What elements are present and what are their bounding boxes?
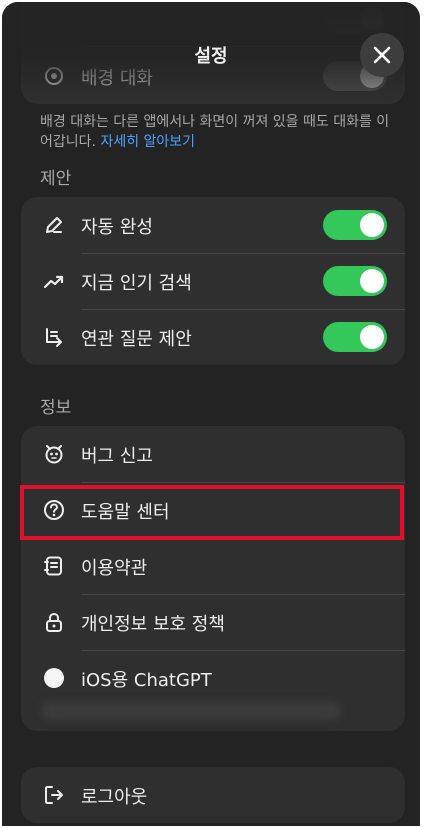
privacy-policy-label: 개인정보 보호 정책 [81, 614, 225, 635]
hidden-setting-toggle[interactable] [323, 3, 387, 33]
ios-app-row: iOS용 ChatGPT [21, 650, 405, 706]
help-center-highlight [20, 485, 404, 540]
info-group: 버그 신고 도움말 센터 이용약관 개인정보 보호 정책 iOS용 ChatGP… [21, 426, 405, 731]
terms-label: 이용약관 [81, 558, 148, 579]
privacy-policy-row[interactable]: 개인정보 보호 정책 [21, 594, 405, 650]
suggestions-group: 자동 완성 지금 인기 검색 연관 질문 제안 [21, 197, 405, 365]
trending-search-row[interactable]: 지금 인기 검색 [21, 253, 405, 309]
lock-icon [43, 611, 65, 633]
info-section-header: 정보 [40, 398, 72, 418]
hidden-setting-row[interactable] [21, 2, 405, 46]
logout-icon [43, 784, 65, 806]
trending-search-label: 지금 인기 검색 [81, 273, 192, 294]
terms-row[interactable]: 이용약관 [21, 538, 405, 594]
related-questions-toggle[interactable] [323, 322, 387, 352]
autocomplete-label: 자동 완성 [81, 217, 153, 238]
bug-report-row[interactable]: 버그 신고 [21, 426, 405, 482]
pencil-icon [43, 214, 65, 236]
trending-icon [43, 270, 65, 292]
bug-icon [43, 443, 65, 465]
trending-search-toggle[interactable] [323, 266, 387, 296]
background-chat-icon [43, 65, 65, 87]
suggestions-section-header: 제안 [40, 169, 72, 189]
learn-more-link[interactable]: 자세히 알아보기 [100, 134, 195, 150]
page-title: 설정 [194, 46, 228, 67]
subdirectory-icon [43, 326, 65, 348]
settings-sheet: 배경 대화 설정 배경 대화는 다른 앱에서나 화면이 꺼져 있을 때도 대화를… [2, 2, 420, 826]
logout-row[interactable]: 로그아웃 [21, 767, 405, 823]
related-questions-label: 연관 질문 제안 [81, 329, 192, 350]
background-chat-caption: 배경 대화는 다른 앱에서나 화면이 꺼져 있을 때도 대화를 이어갑니다. 자… [40, 112, 392, 152]
autocomplete-row[interactable]: 자동 완성 [21, 197, 405, 253]
ios-app-label: iOS용 ChatGPT [81, 670, 212, 691]
close-icon [372, 45, 392, 65]
related-questions-row[interactable]: 연관 질문 제안 [21, 309, 405, 365]
bug-report-label: 버그 신고 [81, 446, 153, 467]
background-chat-description: 배경 대화는 다른 앱에서나 화면이 꺼져 있을 때도 대화를 이어갑니다. [40, 114, 390, 150]
logout-label: 로그아웃 [81, 787, 148, 808]
chatgpt-logo-icon [43, 667, 65, 689]
hidden-setting-label [81, 10, 191, 24]
autocomplete-toggle[interactable] [323, 210, 387, 240]
document-icon [43, 555, 65, 577]
close-button[interactable] [360, 33, 404, 77]
blurred-version-text [41, 702, 341, 720]
account-group: 로그아웃 [21, 767, 405, 823]
